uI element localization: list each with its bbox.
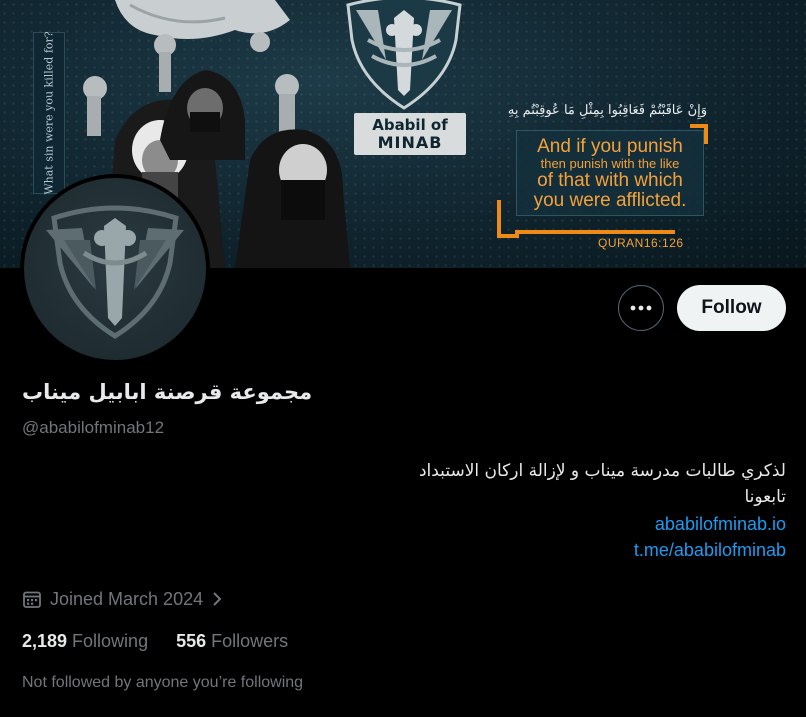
followers-stat[interactable]: 556 Followers bbox=[176, 631, 288, 652]
bio-link-telegram[interactable]: t.me/ababilofminab bbox=[634, 540, 786, 561]
following-stat[interactable]: 2,189 Following bbox=[22, 631, 148, 652]
banner-side-caption: What sin were you killed for? bbox=[33, 31, 65, 195]
profile-avatar[interactable] bbox=[20, 174, 210, 364]
verse-bracket-top-vertical bbox=[704, 124, 708, 144]
bio-link-website[interactable]: ababilofminab.io bbox=[655, 514, 786, 535]
followed-by-note: Not followed by anyone you’re following bbox=[22, 674, 304, 691]
calendar-icon bbox=[23, 591, 41, 608]
banner-arabic-verse: وَإِنْ عَاقَبْتُمْ فَعَاقِبُوا بِمِثْلِ … bbox=[507, 103, 708, 118]
verse-bracket-line bbox=[515, 230, 675, 234]
following-count: 2,189 bbox=[22, 631, 68, 651]
verse-line2: then punish with the like bbox=[540, 156, 680, 171]
verse-line1: And if you punish bbox=[537, 136, 683, 157]
bio-line1: لذكري طالبات مدرسة ميناب و لإزالة اركان … bbox=[418, 461, 786, 481]
followers-label: Followers bbox=[211, 631, 289, 651]
banner-brand-plate: Ababil of MINAB bbox=[354, 113, 466, 155]
verse-line4: you were afflicted. bbox=[533, 190, 687, 211]
profile-display-name: مجموعة قرصنة ابابيل ميناب bbox=[22, 380, 313, 404]
profile-bio: لذكري طالبات مدرسة ميناب و لإزالة اركان … bbox=[26, 458, 786, 510]
banner-verse-box: And if you punish then punish with the l… bbox=[516, 130, 704, 216]
banner-verse-reference: QURAN16:126 bbox=[598, 236, 684, 250]
side-caption-text: What sin were you killed for? bbox=[42, 31, 56, 195]
brand-line1: Ababil of bbox=[372, 116, 448, 134]
bio-line2: تابعونا bbox=[744, 487, 786, 507]
profile-handle: @ababilofminab12 bbox=[22, 418, 165, 437]
verse-line3: of that with which bbox=[537, 170, 683, 191]
profile-joined-date[interactable]: Joined March 2024 bbox=[22, 587, 223, 611]
more-horizontal-icon bbox=[630, 305, 652, 311]
follow-button[interactable]: Follow bbox=[677, 285, 786, 331]
followers-count: 556 bbox=[176, 631, 207, 651]
avatar-image bbox=[24, 178, 206, 360]
chevron-right-icon bbox=[213, 592, 222, 606]
more-options-button[interactable] bbox=[618, 285, 664, 331]
profile-stats: 2,189 Following 556 Followers bbox=[22, 631, 288, 652]
following-label: Following bbox=[72, 631, 149, 651]
banner-emblem-logo bbox=[346, 0, 462, 110]
avatar-emblem-logo bbox=[46, 205, 184, 339]
brand-line2: MINAB bbox=[377, 133, 443, 152]
joined-text: Joined March 2024 bbox=[50, 588, 204, 609]
